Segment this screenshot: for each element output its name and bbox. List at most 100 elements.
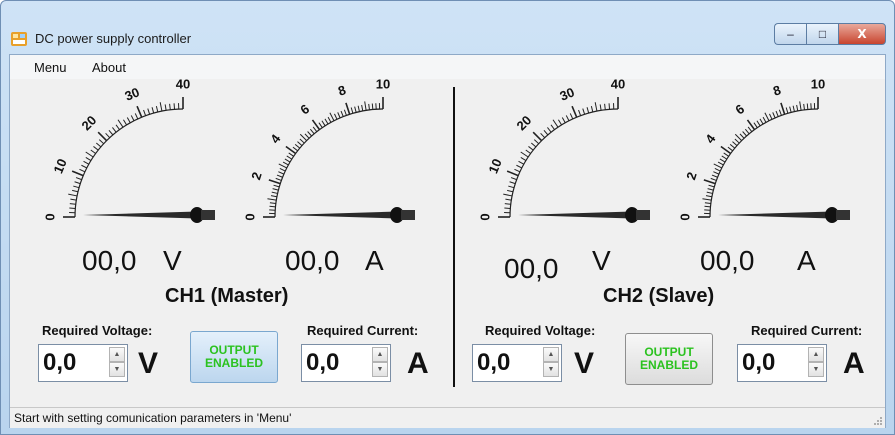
scale-tick <box>276 174 283 178</box>
ch1-current-value: 0,0 <box>306 349 340 376</box>
ch2-current-unit: A <box>797 245 816 276</box>
scale-tick <box>704 202 711 204</box>
ch2-current-spinner[interactable]: 0,0 ▲ ▼ <box>737 344 827 382</box>
scale-tick <box>275 177 282 181</box>
ch2-voltage-spinner[interactable]: 0,0 ▲ ▼ <box>472 344 562 382</box>
ch2-ammeter: 0 2 4 6 8 10 <box>677 76 880 223</box>
scale-tick <box>702 198 712 201</box>
tick-label: 0 <box>677 213 692 220</box>
scale-tick <box>69 203 76 205</box>
needle-counterweight <box>836 210 850 220</box>
scale-tick <box>719 158 726 163</box>
scale-tick <box>762 116 767 123</box>
scale-tick <box>81 164 87 169</box>
scale-tick <box>108 129 114 136</box>
tick-label: 20 <box>513 112 534 133</box>
ch2-output-button[interactable]: OUTPUT ENABLED <box>625 333 713 385</box>
status-bar: Start with setting comunication paramete… <box>10 407 885 428</box>
menu-item-menu[interactable]: Menu <box>34 60 67 75</box>
title-bar[interactable]: DC power supply controller – □ X <box>1 1 894 53</box>
scale-tick <box>582 108 586 115</box>
ch1-current-unit: A <box>365 245 384 276</box>
scale-tick <box>756 120 761 127</box>
scale-tick <box>732 141 738 146</box>
scale-tick <box>357 105 360 112</box>
scale-tick <box>734 138 740 144</box>
ch1-current-spinner[interactable]: 0,0 ▲ ▼ <box>301 344 391 382</box>
status-text: Start with setting comunication paramete… <box>14 411 292 425</box>
maximize-button[interactable]: □ <box>806 23 838 45</box>
scale-tick <box>292 146 298 152</box>
scale-tick <box>707 188 714 191</box>
scale-tick <box>75 177 82 181</box>
spin-down-icon[interactable]: ▼ <box>808 362 824 377</box>
tick-label: 30 <box>558 84 577 103</box>
scale-tick <box>594 102 598 112</box>
meter-arc <box>709 108 819 218</box>
scale-tick <box>514 168 521 173</box>
meter-needle <box>83 211 197 219</box>
meter-scale: 0 10 20 30 40 <box>42 76 215 223</box>
ch1-voltage-unit: V <box>163 245 182 276</box>
scale-tick <box>288 152 294 157</box>
needle-counterweight <box>401 210 415 220</box>
scale-tick <box>714 168 721 172</box>
scale-tick <box>721 155 728 160</box>
spin-up-icon[interactable]: ▲ <box>543 347 559 362</box>
spin-up-icon[interactable]: ▲ <box>109 347 125 362</box>
ch1-required-voltage-label: Required Voltage: <box>42 323 153 338</box>
scale-tick <box>543 129 549 136</box>
scale-tick <box>759 118 764 125</box>
ch2-title: CH2 (Slave) <box>603 285 715 307</box>
scale-tick <box>704 205 711 208</box>
tick-label: 0 <box>242 213 257 220</box>
scale-tick <box>117 119 124 128</box>
scale-tick <box>151 107 155 114</box>
scale-tick <box>371 103 374 110</box>
scale-tick <box>270 195 278 198</box>
spin-up-icon[interactable]: ▲ <box>372 347 388 362</box>
scale-tick <box>520 151 529 158</box>
spinner-arrows: ▲ ▼ <box>109 347 125 379</box>
ch1-voltage-spinner[interactable]: 0,0 ▲ ▼ <box>38 344 128 382</box>
scale-tick <box>126 117 131 124</box>
scale-tick <box>307 131 312 137</box>
scale-tick <box>550 124 555 130</box>
scale-tick <box>294 143 301 149</box>
resize-grip-icon[interactable] <box>873 416 883 426</box>
menu-item-about[interactable]: About <box>92 60 126 75</box>
meter-scale: 0 10 20 30 40 <box>477 76 650 223</box>
maximize-icon: □ <box>818 27 827 41</box>
scale-tick <box>368 103 370 110</box>
spin-up-icon[interactable]: ▲ <box>808 347 824 362</box>
scale-tick <box>727 146 733 152</box>
meter-needle <box>518 211 632 219</box>
close-button[interactable]: X <box>838 23 886 45</box>
scale-tick <box>509 181 516 185</box>
tick-label: 10 <box>485 157 504 176</box>
scale-tick <box>552 119 559 128</box>
scale-tick <box>282 161 289 166</box>
scale-tick <box>520 157 527 161</box>
scale-tick <box>147 108 151 115</box>
scale-tick <box>713 163 722 169</box>
spin-down-icon[interactable]: ▼ <box>372 362 388 377</box>
scale-tick <box>169 103 171 110</box>
tick-label: 40 <box>176 76 190 91</box>
scale-tick <box>586 107 590 114</box>
app-window: DC power supply controller – □ X Menu Ab… <box>0 0 895 435</box>
scale-tick <box>703 179 716 185</box>
scale-tick <box>364 101 367 111</box>
scale-tick <box>79 168 86 173</box>
spin-down-icon[interactable]: ▼ <box>543 362 559 377</box>
scale-tick <box>327 116 332 123</box>
scale-tick <box>318 122 323 128</box>
minimize-icon: – <box>787 27 794 41</box>
scale-tick <box>717 161 724 166</box>
ch1-output-button[interactable]: OUTPUT ENABLED <box>190 331 278 383</box>
ch1-title: CH1 (Master) <box>165 285 289 307</box>
spin-down-icon[interactable]: ▼ <box>109 362 125 377</box>
meter-needle <box>718 211 832 219</box>
minimize-button[interactable]: – <box>774 23 806 45</box>
ch2-current-value: 0,0 <box>742 349 776 376</box>
